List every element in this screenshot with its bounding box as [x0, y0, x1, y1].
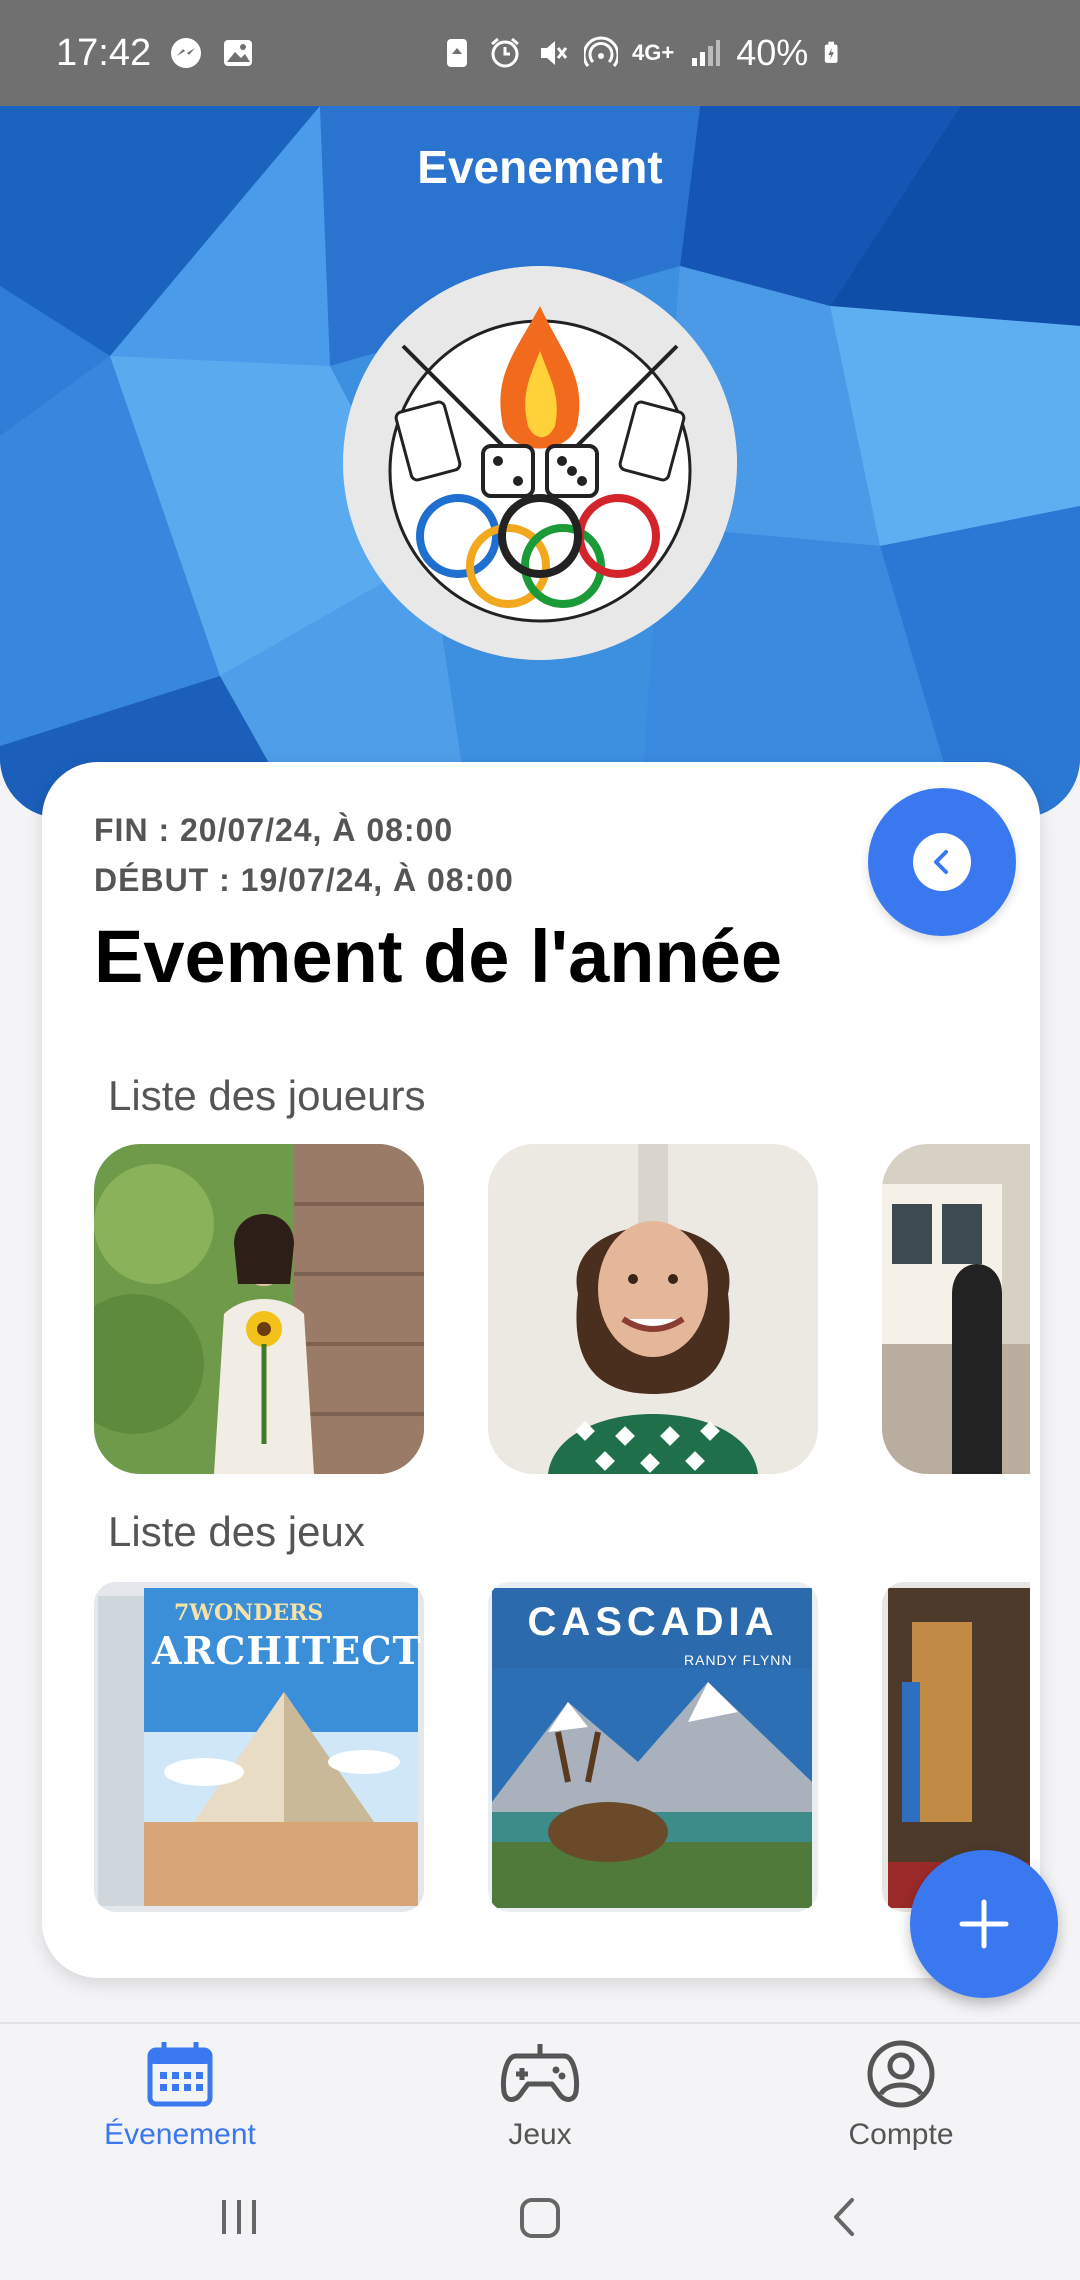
recent-apps-icon[interactable] — [216, 2194, 262, 2240]
event-title: Evement de l'année — [94, 915, 782, 998]
games-list[interactable]: 7WONDERS ARCHITECTS CASCADIA RANDY FLYNN — [94, 1582, 1030, 1912]
home-icon[interactable] — [516, 2194, 564, 2242]
gamepad-icon — [501, 2044, 579, 2102]
player-photo — [488, 1144, 818, 1474]
event-start-date: DÉBUT : 19/07/24, À 08:00 — [94, 862, 514, 898]
event-end-date: FIN : 20/07/24, À 08:00 — [94, 812, 454, 848]
status-time: 17:42 — [56, 31, 152, 74]
nav-item-jeux[interactable]: Jeux — [415, 2038, 665, 2152]
recycle-icon — [447, 39, 467, 67]
event-card: FIN : 20/07/24, À 08:00 DÉBUT : 19/07/24… — [42, 762, 1040, 1978]
calendar-icon — [147, 2042, 213, 2107]
game-title-text: ARCHITECTS — [152, 1628, 424, 1673]
bottom-navigation: Évenement Jeux Compte — [0, 2022, 1080, 2170]
player-photo — [94, 1144, 424, 1474]
battery-percent: 40% — [736, 32, 809, 73]
player-photo — [882, 1144, 1030, 1474]
player-card[interactable] — [488, 1144, 818, 1474]
game-title-text: CASCADIA — [527, 1600, 779, 1644]
plus-icon — [959, 1899, 1009, 1949]
back-nav-icon[interactable] — [822, 2194, 868, 2240]
header-banner: Evenement — [0, 106, 1080, 818]
page-title: Evenement — [417, 141, 663, 193]
gallery-icon — [224, 40, 253, 66]
account-icon — [867, 2040, 935, 2108]
nav-item-evenement[interactable]: Évenement — [55, 2038, 305, 2152]
event-logo-image — [343, 266, 737, 660]
add-button[interactable] — [910, 1850, 1058, 1998]
signal-icon — [692, 40, 721, 66]
game-brand-text: 7WONDERS — [174, 1600, 324, 1626]
nav-label-jeux: Jeux — [508, 2118, 572, 2151]
chevron-left-icon — [913, 833, 971, 891]
players-section-title: Liste des joueurs — [108, 1072, 426, 1119]
back-button[interactable] — [868, 788, 1016, 936]
game-card[interactable]: 7WONDERS ARCHITECTS — [94, 1582, 424, 1912]
hotspot-icon — [584, 36, 618, 67]
games-section-title: Liste des jeux — [108, 1508, 365, 1555]
players-list[interactable] — [94, 1144, 1030, 1474]
game-author-text: RANDY FLYNN — [684, 1652, 793, 1668]
player-card[interactable] — [94, 1144, 424, 1474]
nav-label-compte: Compte — [848, 2118, 954, 2151]
player-card[interactable] — [882, 1144, 1030, 1474]
nav-label-evenement: Évenement — [104, 2118, 256, 2151]
event-logo — [343, 266, 737, 660]
system-navigation — [0, 2170, 1080, 2280]
nav-item-compte[interactable]: Compte — [776, 2038, 1026, 2152]
mute-icon — [541, 41, 568, 65]
status-bar: 17:42 4G+ 40% — [0, 0, 1080, 106]
alarm-icon — [491, 37, 519, 68]
battery-charging-icon — [825, 41, 838, 63]
messenger-icon — [171, 38, 202, 68]
network-type: 4G+ — [632, 40, 675, 65]
game-card[interactable]: CASCADIA RANDY FLYNN — [488, 1582, 818, 1912]
